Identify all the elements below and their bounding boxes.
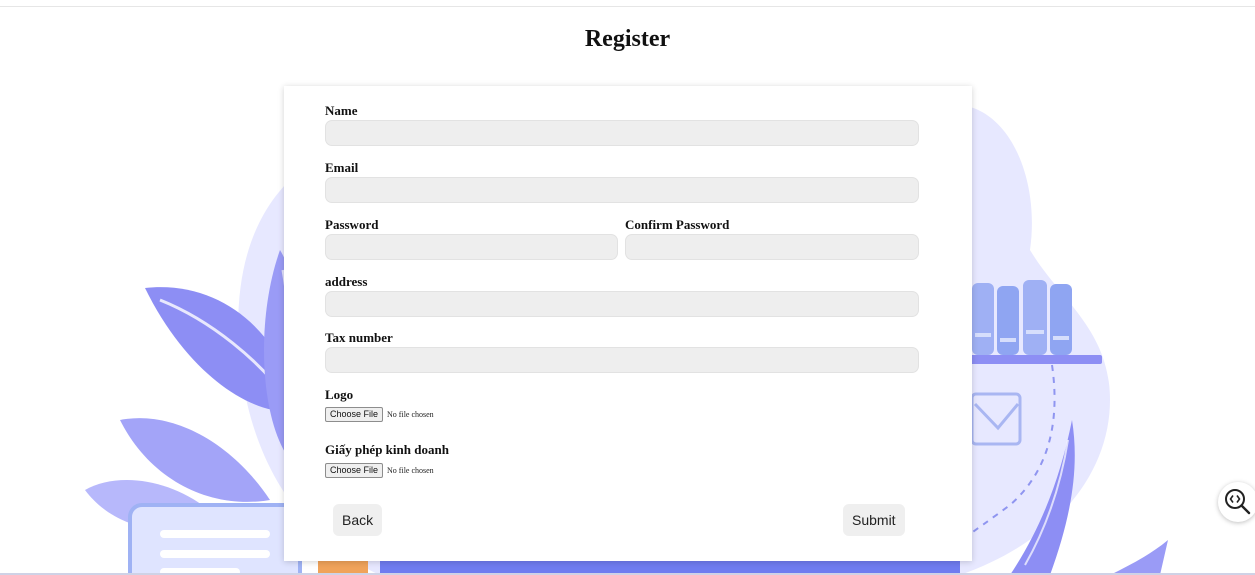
business-license-file-picker: Choose File No file chosen (325, 463, 434, 478)
confirm-password-label: Confirm Password (625, 217, 730, 232)
logo-label: Logo (325, 387, 354, 402)
email-input[interactable] (325, 177, 919, 203)
register-form: Name Email Password Confirm Password add… (284, 86, 972, 561)
name-label: Name (325, 103, 358, 118)
business-license-choose-file-button[interactable]: Choose File (325, 463, 384, 478)
email-label: Email (325, 160, 359, 175)
business-license-label: Giấy phép kinh doanh (325, 442, 449, 457)
back-button[interactable]: Back (333, 504, 383, 536)
page-title: Register (584, 26, 671, 52)
name-input[interactable] (325, 120, 919, 146)
zoom-code-icon (1225, 489, 1251, 515)
address-input[interactable] (325, 291, 919, 317)
zoom-widget-button[interactable] (1218, 482, 1255, 522)
right-leaf-2 (1110, 540, 1168, 575)
logo-file-picker: Choose File No file chosen (325, 407, 434, 422)
tax-number-input[interactable] (325, 347, 919, 373)
logo-file-status: No file chosen (387, 410, 434, 419)
shelf (970, 355, 1102, 364)
address-label: address (325, 274, 368, 289)
password-label: Password (325, 217, 379, 232)
confirm-password-input[interactable] (625, 234, 919, 260)
submit-button[interactable]: Submit (843, 504, 905, 536)
logo-choose-file-button[interactable]: Choose File (325, 407, 384, 422)
tax-number-label: Tax number (325, 330, 393, 345)
business-license-file-status: No file chosen (387, 466, 434, 475)
document-sheet (128, 503, 302, 575)
password-input[interactable] (325, 234, 618, 260)
